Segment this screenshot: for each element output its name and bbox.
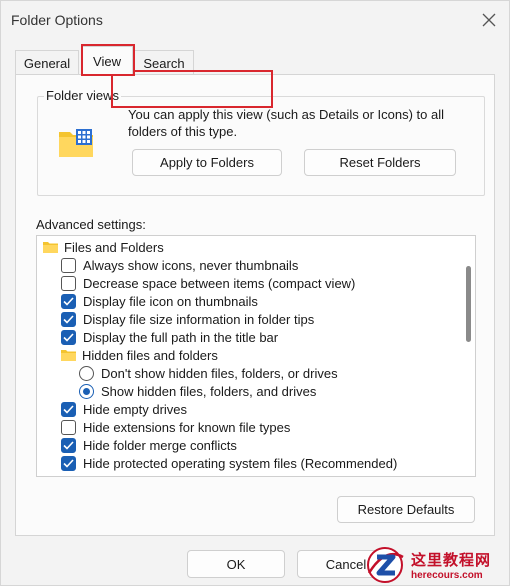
folder-icon	[61, 350, 76, 361]
checkbox-checked[interactable]	[61, 437, 76, 453]
folder-views-description: You can apply this view (such as Details…	[128, 107, 445, 139]
checkbox-checked[interactable]	[61, 329, 76, 345]
tree-label: Hide extensions for known file types	[83, 419, 291, 435]
tree-checkbox-full-path[interactable]: Display the full path in the title bar	[61, 328, 278, 346]
checkbox-checked[interactable]	[61, 455, 76, 471]
view-panel: Folder views You can apply this view (su…	[15, 74, 495, 536]
tree-label: Show hidden files, folders, and drives	[101, 383, 317, 399]
folder-options-dialog: Folder Options General View Search Folde…	[0, 0, 510, 586]
checkmark-icon	[63, 332, 74, 342]
folder-icon	[43, 242, 58, 253]
tree-checkbox-always-show-icons[interactable]: Always show icons, never thumbnails	[61, 256, 298, 274]
close-button[interactable]	[475, 7, 503, 33]
checkmark-icon	[63, 458, 74, 468]
tree-label: Display the full path in the title bar	[83, 329, 279, 345]
watermark-logo-icon	[367, 547, 404, 583]
ok-button[interactable]: OK	[187, 550, 285, 578]
tree-label: Display file size information in folder …	[83, 311, 315, 327]
tree-label: Always show icons, never thumbnails	[83, 257, 299, 273]
tree-label: Don't show hidden files, folders, or dri…	[101, 365, 338, 381]
tree-label: Files and Folders	[64, 239, 164, 255]
checkbox-checked[interactable]	[61, 293, 76, 309]
tree-folder-hidden-files: Hidden files and folders	[61, 346, 218, 364]
folder-views-label: Folder views	[44, 88, 121, 103]
tree-label: Hide empty drives	[83, 401, 188, 417]
checkbox[interactable]	[61, 257, 76, 273]
tree-folder-files-and-folders: Files and Folders	[43, 238, 164, 256]
site-watermark: 这里教程网 herecours.com	[363, 543, 510, 586]
tree-checkbox-hide-empty-drives[interactable]: Hide empty drives	[61, 400, 187, 418]
checkbox[interactable]	[61, 419, 76, 435]
tree-label: Hide protected operating system files (R…	[83, 455, 398, 471]
radio-button-selected[interactable]	[79, 383, 94, 399]
tree-radio-show-hidden[interactable]: Show hidden files, folders, and drives	[79, 382, 316, 400]
close-icon	[482, 13, 496, 27]
advanced-settings-tree: Files and Folders Always show icons, nev…	[36, 235, 476, 477]
tree-checkbox-file-size-info[interactable]: Display file size information in folder …	[61, 310, 314, 328]
tree-checkbox-hide-protected-files[interactable]: Hide protected operating system files (R…	[61, 454, 397, 472]
tree-label: Hidden files and folders	[82, 347, 218, 363]
tree-checkbox-file-icon-thumbnails[interactable]: Display file icon on thumbnails	[61, 292, 258, 310]
folder-views-group: Folder views You can apply this view (su…	[37, 88, 485, 196]
checkmark-icon	[63, 296, 74, 306]
watermark-url: herecours.com	[411, 570, 483, 581]
checkbox-checked[interactable]	[61, 401, 76, 417]
tree-label: Display file icon on thumbnails	[83, 293, 258, 309]
tab-view[interactable]: View	[81, 46, 133, 75]
tree-label: Decrease space between items (compact vi…	[83, 275, 356, 291]
checkmark-icon	[63, 404, 74, 414]
folder-grid-icon	[59, 129, 93, 157]
tree-checkbox-hide-extensions[interactable]: Hide extensions for known file types	[61, 418, 290, 436]
window-title: Folder Options	[11, 12, 103, 28]
checkbox-checked[interactable]	[61, 311, 76, 327]
checkmark-icon	[63, 314, 74, 324]
reset-folders-button[interactable]: Reset Folders	[304, 149, 456, 176]
tab-general[interactable]: General	[15, 50, 79, 75]
tree-label: Hide folder merge conflicts	[83, 437, 237, 453]
tree-checkbox-hide-merge-conflicts[interactable]: Hide folder merge conflicts	[61, 436, 237, 454]
apply-to-folders-button[interactable]: Apply to Folders	[132, 149, 282, 176]
tree-checkbox-compact-view[interactable]: Decrease space between items (compact vi…	[61, 274, 355, 292]
radio-button[interactable]	[79, 365, 94, 381]
checkbox[interactable]	[61, 275, 76, 291]
advanced-settings-label: Advanced settings:	[36, 217, 146, 232]
restore-defaults-button[interactable]: Restore Defaults	[337, 496, 475, 523]
tree-radio-dont-show-hidden[interactable]: Don't show hidden files, folders, or dri…	[79, 364, 338, 382]
tab-search[interactable]: Search	[134, 50, 194, 75]
checkmark-icon	[63, 440, 74, 450]
watermark-site-name: 这里教程网	[411, 552, 492, 569]
tree-scrollbar-thumb[interactable]	[466, 266, 471, 342]
